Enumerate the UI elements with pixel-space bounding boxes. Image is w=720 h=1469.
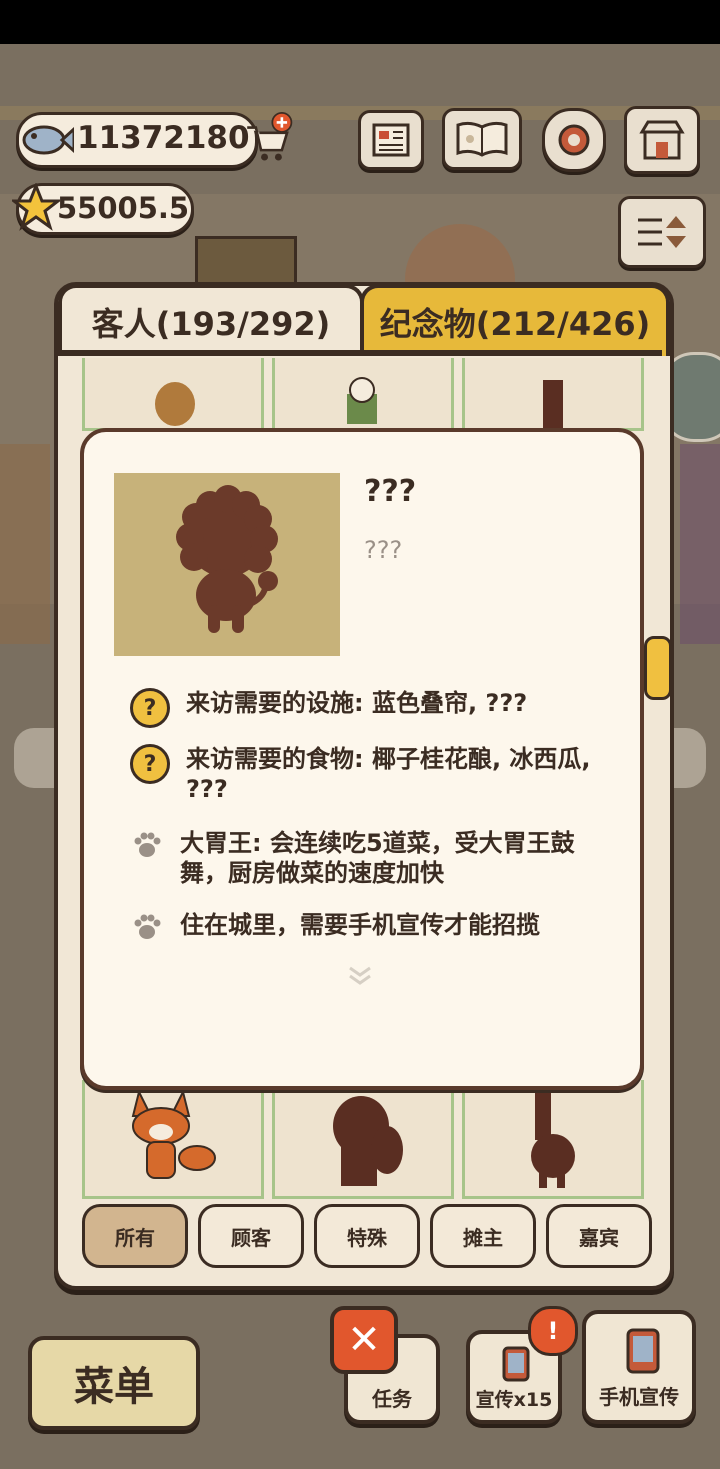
newspaper-icon: [372, 123, 410, 157]
close-button[interactable]: ✕: [330, 1306, 398, 1374]
lion-silhouette-icon: [176, 485, 278, 633]
fox-guest-icon: [131, 1089, 216, 1179]
phone-promote-label: 手机宣传: [599, 1385, 679, 1409]
scrollbar-thumb[interactable]: [644, 636, 672, 700]
trait-row: 大胃王: 会连续吃5道菜，受大胃王鼓舞，厨房做菜的速度加快: [130, 828, 600, 888]
guest-card[interactable]: [272, 1080, 454, 1199]
menu-button[interactable]: 菜单: [28, 1336, 200, 1430]
guest-silhouette-icon: [543, 380, 563, 428]
guest-portrait: [114, 473, 340, 656]
cart-plus-icon: [247, 112, 293, 161]
guest-card[interactable]: [462, 1080, 644, 1199]
required-facility-row: ? 来访需要的设施: 蓝色叠帘, ???: [130, 688, 600, 728]
fish-icon: [13, 111, 75, 169]
question-icon: ?: [130, 744, 170, 784]
newspaper-button[interactable]: [358, 110, 424, 170]
question-icon: ?: [130, 688, 170, 728]
shop-cart-button[interactable]: [242, 112, 294, 164]
required-food-row: ? 来访需要的食物: 椰子桂花酿, 冰西瓜, ???: [130, 744, 600, 804]
guest-card[interactable]: [82, 1080, 264, 1199]
guest-card[interactable]: [82, 358, 264, 431]
shop-icon: [639, 120, 685, 160]
paw-icon: [130, 828, 164, 862]
phone-promote-button[interactable]: 手机宣传: [582, 1310, 696, 1424]
status-bar: [0, 0, 720, 44]
filter-special[interactable]: 特殊: [314, 1204, 420, 1268]
paw-icon: [130, 910, 164, 944]
tab-souvenirs[interactable]: 纪念物(212/426): [360, 284, 670, 356]
location-text: 住在城里，需要手机宣传才能招揽: [180, 911, 540, 939]
prev-arrow-icon[interactable]: [14, 728, 54, 788]
alert-badge-icon: !: [528, 1306, 578, 1356]
book-paw-icon: [456, 121, 508, 157]
guest-silhouette-icon: [333, 1096, 403, 1186]
filter-all[interactable]: 所有: [82, 1204, 188, 1268]
guest-sprite-icon: [347, 377, 377, 424]
guest-description: ???: [364, 536, 403, 564]
scroll-down-chevron-icon: [346, 964, 374, 990]
guest-card[interactable]: [272, 358, 454, 431]
star-currency-pill: 55005.5: [12, 183, 194, 235]
shop-button[interactable]: [624, 106, 700, 174]
guest-silhouette-icon: [531, 1090, 575, 1188]
filter-guests[interactable]: 嘉宾: [546, 1204, 652, 1268]
tab-guests[interactable]: 客人(193/292): [58, 284, 364, 356]
promote-x15-label: 宣传x15: [475, 1389, 553, 1411]
guest-card[interactable]: [462, 358, 644, 431]
star-currency-value: 55005.5: [57, 191, 190, 225]
fish-currency-pill: 11372180: [16, 112, 258, 168]
guestbook-button[interactable]: [442, 108, 522, 170]
required-facility-text: 来访需要的设施: 蓝色叠帘, ???: [186, 689, 528, 717]
gear-icon: [558, 124, 590, 156]
close-icon: ✕: [347, 1317, 381, 1363]
sort-toggle-button[interactable]: [618, 196, 706, 268]
filter-customers[interactable]: 顾客: [198, 1204, 304, 1268]
trait-text: 大胃王: 会连续吃5道菜，受大胃王鼓舞，厨房做菜的速度加快: [180, 829, 575, 887]
filter-vendors[interactable]: 摊主: [430, 1204, 536, 1268]
guest-sprite-icon: [155, 382, 195, 426]
guest-name: ???: [364, 474, 417, 509]
location-row: 住在城里，需要手机宣传才能招揽: [130, 910, 600, 944]
phone-icon: [502, 1346, 530, 1382]
phone-icon: [626, 1328, 660, 1374]
settings-button[interactable]: [542, 108, 606, 172]
fish-currency-value: 11372180: [77, 120, 250, 156]
star-icon: [11, 180, 61, 234]
sort-icon: [638, 216, 686, 248]
menu-button-label: 菜单: [74, 1364, 154, 1410]
tab-divider: [58, 350, 662, 356]
tasks-button-label: 任务: [372, 1387, 412, 1411]
required-food-text: 来访需要的食物: 椰子桂花酿, 冰西瓜, ???: [186, 745, 591, 803]
